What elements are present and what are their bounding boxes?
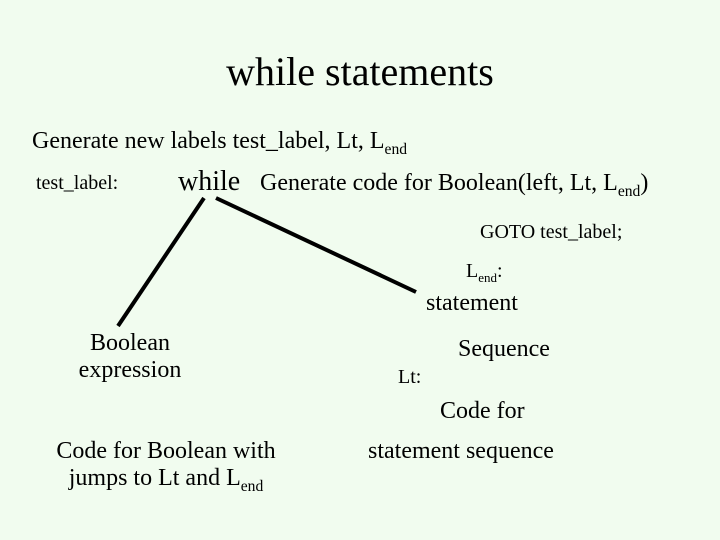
code-bool-line2-sub: end (241, 478, 264, 495)
l-end-suffix: : (497, 260, 503, 282)
sequence-text: Sequence (458, 336, 550, 363)
generate-labels-text: Generate new labels test_label, Lt, Lend (32, 128, 407, 159)
slide-title: while statements (0, 48, 720, 95)
code-for-text: Code for (440, 398, 525, 425)
gen-labels-prefix: Generate new labels test_label, Lt, L (32, 128, 385, 154)
l-end-prefix: L (466, 260, 478, 282)
code-bool-line2-prefix: jumps to Lt and L (69, 465, 241, 491)
line-while-to-statement (216, 198, 416, 292)
l-end-sub: end (478, 270, 497, 285)
gen-bool-suffix: ) (640, 170, 648, 196)
slide: while statements Generate new labels tes… (0, 0, 720, 540)
boolean-line2: expression (79, 357, 182, 383)
l-end-label: Lend: (466, 260, 503, 286)
test-label: test_label: (36, 172, 118, 195)
line-while-to-boolean (118, 198, 204, 326)
statement-text: statement (426, 290, 518, 317)
goto-text: GOTO test_label; (480, 221, 622, 244)
gen-bool-sub: end (618, 183, 641, 200)
statement-sequence-text: statement sequence (368, 438, 554, 465)
boolean-line1: Boolean (90, 330, 170, 356)
code-bool-line1: Code for Boolean with (56, 438, 275, 464)
code-for-boolean-text: Code for Boolean with jumps to Lt and Le… (36, 438, 296, 496)
gen-bool-prefix: Generate code for Boolean(left, Lt, L (260, 170, 618, 196)
generate-bool-text: Generate code for Boolean(left, Lt, Lend… (260, 170, 648, 201)
gen-labels-sub: end (385, 141, 408, 158)
while-keyword: while (178, 166, 240, 198)
lt-label: Lt: (398, 366, 421, 389)
boolean-expression-text: Boolean expression (60, 330, 200, 384)
